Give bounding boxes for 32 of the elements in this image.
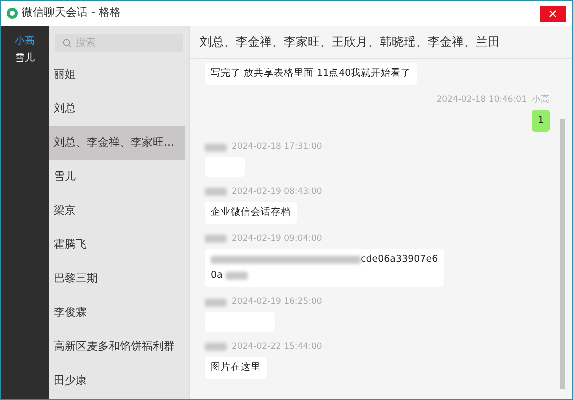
- conversation-item[interactable]: 李俊霖: [49, 296, 185, 330]
- message-bubble: 1: [532, 110, 550, 132]
- close-icon: [549, 10, 557, 18]
- close-button[interactable]: [540, 6, 566, 22]
- blurred-link-text: [226, 272, 248, 280]
- message-timestamp: 2024-02-19 08:43:00: [232, 186, 322, 199]
- conversation-item[interactable]: 丽姐: [49, 58, 185, 92]
- message-timestamp: 2024-02-18 10:46:01: [436, 94, 527, 107]
- message-timestamp: 2024-02-18 17:31:00: [232, 141, 322, 154]
- message-timestamp: 2024-02-19 09:04:00: [232, 233, 322, 246]
- message-timestamp: 2024-02-19 16:25:00: [232, 296, 322, 309]
- conversation-item[interactable]: 雪儿: [49, 160, 185, 194]
- sender-name: 小高: [532, 94, 550, 107]
- link-text: cde06a33907e6: [361, 252, 438, 267]
- conversation-item[interactable]: 刘总、李金禅、李家旺...: [49, 126, 185, 160]
- message-bubble: 写完了 放共享表格里面 11点40我就开始看了: [205, 63, 418, 86]
- message-bubble: 企业微信会话存档: [205, 202, 297, 224]
- window-title: 微信聊天会话 - 格格: [22, 5, 121, 22]
- conversation-item[interactable]: 刘总: [49, 92, 185, 126]
- message-bubble: 图片在这里: [205, 356, 267, 379]
- message-timestamp: 2024-02-22 15:44:00: [232, 341, 322, 354]
- conversation-item[interactable]: 霍腾飞: [49, 228, 185, 262]
- link-text: 0a: [211, 269, 223, 283]
- app-logo-icon: [7, 8, 18, 19]
- conversation-item[interactable]: 巴黎三期: [49, 262, 185, 296]
- conversation-item[interactable]: 田少康: [49, 364, 185, 398]
- chat-title: 刘总、李金禅、李家旺、王欣月、韩晓瑶、李金禅、兰田: [190, 26, 572, 59]
- conversation-item[interactable]: 梁京: [49, 194, 185, 228]
- account-tab[interactable]: 小高: [15, 34, 35, 49]
- conversation-item[interactable]: 高新区麦多和馅饼福利群: [49, 330, 185, 364]
- scrollbar-thumb[interactable]: [560, 119, 565, 389]
- account-tab[interactable]: 雪儿: [15, 51, 35, 66]
